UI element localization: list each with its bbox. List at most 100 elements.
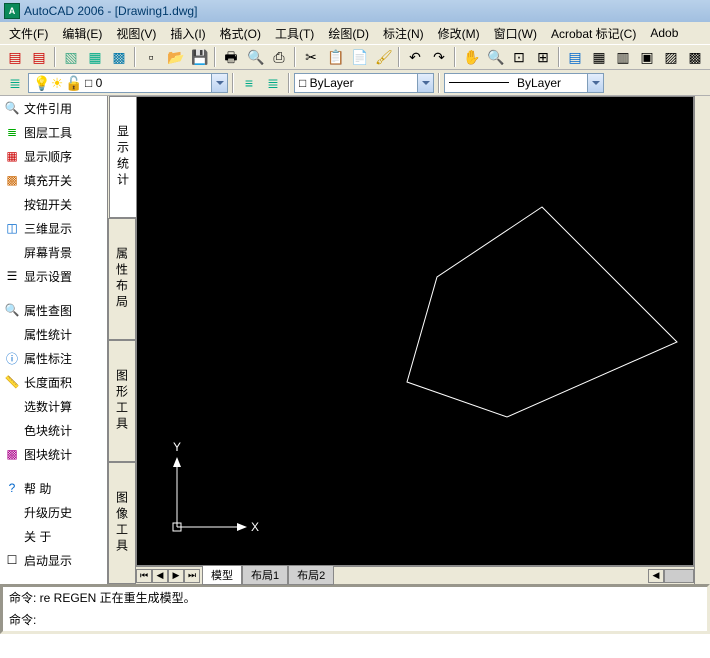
layer-manager-icon[interactable]: ≣ xyxy=(4,72,26,94)
sidebar-item-color-stats[interactable]: 色块统计 xyxy=(0,418,107,442)
attr-stats-icon xyxy=(4,326,20,342)
layer-tools-icon: ≣ xyxy=(4,124,20,140)
layer-combo[interactable]: 💡 ☀ 🔓 □ 0 xyxy=(28,73,228,93)
open-icon[interactable]: 📂 xyxy=(164,46,186,68)
redo-icon[interactable]: ↷ xyxy=(428,46,450,68)
pdf-icon[interactable]: ▤ xyxy=(4,46,26,68)
batch-icon[interactable]: ▦ xyxy=(84,46,106,68)
color-combo[interactable]: □ ByLayer xyxy=(294,73,434,93)
drawing-canvas[interactable]: X Y xyxy=(136,96,694,566)
cut-icon[interactable]: ✂ xyxy=(300,46,322,68)
undo-icon[interactable]: ↶ xyxy=(404,46,426,68)
menu-file[interactable]: 文件(F) xyxy=(2,23,55,44)
match-icon[interactable]: 🖌 xyxy=(372,46,394,68)
sidebar-item-3d-display[interactable]: ◫三维显示 xyxy=(0,216,107,240)
menu-draw[interactable]: 绘图(D) xyxy=(321,23,376,44)
menu-acrobat[interactable]: Acrobat 标记(C) xyxy=(544,23,643,44)
sidebar-item-fill-toggle[interactable]: ▩填充开关 xyxy=(0,168,107,192)
new-icon[interactable]: ▧ xyxy=(60,46,82,68)
zoom-rt-icon[interactable]: 🔍 xyxy=(484,46,506,68)
scroll-prev-icon[interactable]: ◀ xyxy=(152,569,168,583)
sidebar-item-upgrade[interactable]: 升级历史 xyxy=(0,500,107,524)
menu-view[interactable]: 视图(V) xyxy=(109,23,163,44)
dc-icon[interactable]: ▦ xyxy=(588,46,610,68)
pan-icon[interactable]: ✋ xyxy=(460,46,482,68)
sidebar-item-help[interactable]: ?帮 助 xyxy=(0,476,107,500)
sidebar-item-attr-stats[interactable]: 属性统计 xyxy=(0,322,107,346)
layer-prev-icon[interactable]: ≡ xyxy=(238,72,260,94)
sidebar-item-attr-dim[interactable]: ⓘ属性标注 xyxy=(0,346,107,370)
props-icon[interactable]: ▤ xyxy=(564,46,586,68)
ssm-icon[interactable]: ▣ xyxy=(636,46,658,68)
vtab-image-tools[interactable]: 图像工具 xyxy=(108,462,136,584)
zoom-prev-icon[interactable]: ⊞ xyxy=(532,46,554,68)
menu-adobe[interactable]: Adob xyxy=(643,24,685,42)
scroll-first-icon[interactable]: ⏮ xyxy=(136,569,152,583)
chevron-down-icon[interactable] xyxy=(587,74,603,92)
hscroll-thumb[interactable] xyxy=(664,569,694,583)
sidebar-item-draw-order[interactable]: ▦显示顺序 xyxy=(0,144,107,168)
tab-layout1[interactable]: 布局1 xyxy=(242,566,288,585)
paste-icon[interactable]: 📄 xyxy=(348,46,370,68)
layout-tab-bar: ⏮ ◀ ▶ ⏭ 模型 布局1 布局2 ◀ xyxy=(136,566,694,584)
menu-format[interactable]: 格式(O) xyxy=(213,23,268,44)
sidebar-item-screen-bg[interactable]: 屏幕背景 xyxy=(0,240,107,264)
menu-bar: 文件(F) 编辑(E) 视图(V) 插入(I) 格式(O) 工具(T) 绘图(D… xyxy=(0,22,710,44)
sidebar-item-about[interactable]: 关 于 xyxy=(0,524,107,548)
ruler-icon: 📏 xyxy=(4,374,20,390)
sidebar-item-attr-search[interactable]: 🔍属性查图 xyxy=(0,298,107,322)
draw-order-icon: ▦ xyxy=(4,148,20,164)
tab-model[interactable]: 模型 xyxy=(202,566,242,585)
linetype-combo[interactable]: ByLayer xyxy=(444,73,604,93)
markup-icon[interactable]: ▨ xyxy=(660,46,682,68)
vtab-display-stats[interactable]: 显示统计 xyxy=(109,96,137,218)
preview-icon[interactable]: 🔍 xyxy=(244,46,266,68)
sidebar-item-block-stats[interactable]: ▩图块统计 xyxy=(0,442,107,466)
sidebar-item-file-ref[interactable]: 🔍文件引用 xyxy=(0,96,107,120)
linetype-current: ByLayer xyxy=(517,76,561,90)
save-icon[interactable]: 💾 xyxy=(188,46,210,68)
menu-edit[interactable]: 编辑(E) xyxy=(55,23,109,44)
menu-dim[interactable]: 标注(N) xyxy=(376,23,431,44)
menu-tools[interactable]: 工具(T) xyxy=(268,23,321,44)
zoom-win-icon[interactable]: ⊡ xyxy=(508,46,530,68)
tab-layout2[interactable]: 布局2 xyxy=(288,566,334,585)
screen-bg-icon xyxy=(4,244,20,260)
block-stats-icon: ▩ xyxy=(4,446,20,462)
command-prompt[interactable]: 命令: xyxy=(3,609,707,631)
copy-icon[interactable]: 📋 xyxy=(324,46,346,68)
layer-toolbar: ≣ 💡 ☀ 🔓 □ 0 ≡ ≣ □ ByLayer ByLayer xyxy=(0,70,710,96)
menu-insert[interactable]: 插入(I) xyxy=(163,23,212,44)
hscroll-left-icon[interactable]: ◀ xyxy=(648,569,664,583)
menu-modify[interactable]: 修改(M) xyxy=(431,23,487,44)
sidebar-item-button-toggle[interactable]: 按钮开关 xyxy=(0,192,107,216)
work-area: 🔍文件引用 ≣图层工具 ▦显示顺序 ▩填充开关 按钮开关 ◫三维显示 屏幕背景 … xyxy=(0,96,710,584)
vtab-graphic-tools[interactable]: 图形工具 xyxy=(108,340,136,462)
command-history-line: 命令: re REGEN 正在重生成模型。 xyxy=(3,587,707,609)
publish-icon[interactable]: ⎙ xyxy=(268,46,290,68)
chevron-down-icon[interactable] xyxy=(211,74,227,92)
sidebar-item-startup[interactable]: ☐启动显示 xyxy=(0,548,107,572)
app-icon: A xyxy=(4,3,20,19)
ucs-icon: X Y xyxy=(167,437,267,537)
scroll-next-icon[interactable]: ▶ xyxy=(168,569,184,583)
pack-icon[interactable]: ▩ xyxy=(108,46,130,68)
chevron-down-icon[interactable] xyxy=(417,74,433,92)
vtab-attr-layout[interactable]: 属性布局 xyxy=(108,218,136,340)
sidebar-item-length-area[interactable]: 📏长度面积 xyxy=(0,370,107,394)
new-file-icon[interactable]: ▫ xyxy=(140,46,162,68)
print-icon[interactable]: 🖶 xyxy=(220,46,242,68)
sidebar-item-layer-tools[interactable]: ≣图层工具 xyxy=(0,120,107,144)
scroll-last-icon[interactable]: ⏭ xyxy=(184,569,200,583)
sidebar-item-display-set[interactable]: ☰显示设置 xyxy=(0,264,107,288)
pdf-send-icon[interactable]: ▤ xyxy=(28,46,50,68)
upgrade-icon xyxy=(4,504,20,520)
tp-icon[interactable]: ▥ xyxy=(612,46,634,68)
menu-window[interactable]: 窗口(W) xyxy=(487,23,544,44)
command-window[interactable]: 命令: re REGEN 正在重生成模型。 命令: xyxy=(0,584,710,634)
qcalc-icon[interactable]: ▩ xyxy=(684,46,706,68)
display-set-icon: ☰ xyxy=(4,268,20,284)
window-title: AutoCAD 2006 - [Drawing1.dwg] xyxy=(24,4,197,18)
sidebar-item-sel-calc[interactable]: 选数计算 xyxy=(0,394,107,418)
layer-state-icon[interactable]: ≣ xyxy=(262,72,284,94)
